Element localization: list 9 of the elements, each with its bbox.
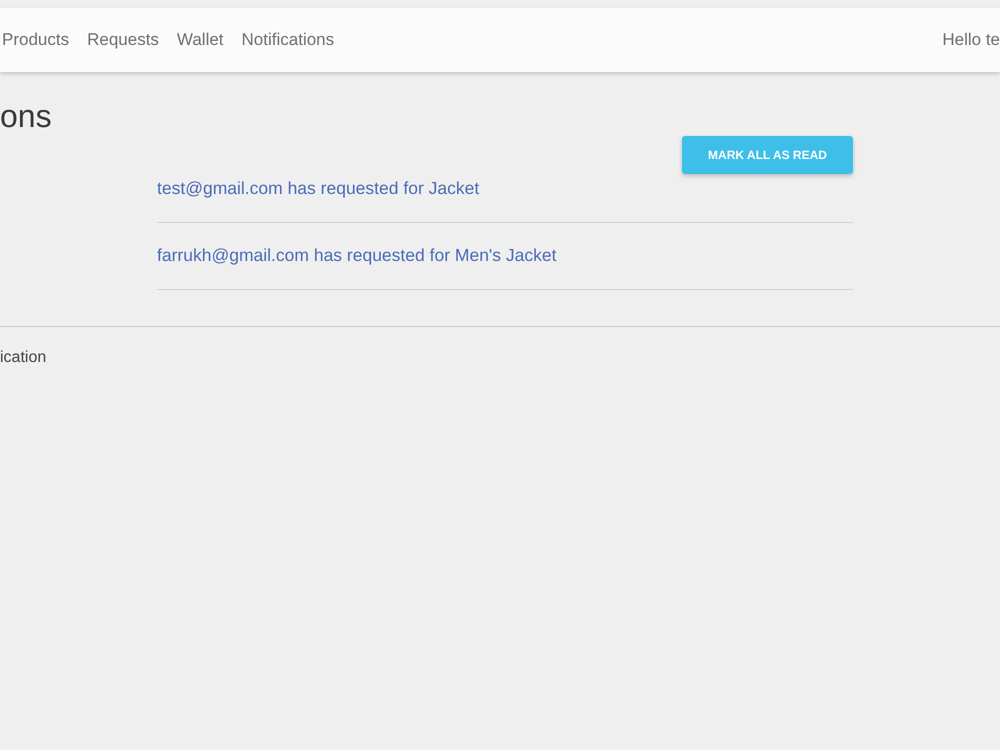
nav-link[interactable]: Notifications	[242, 30, 334, 50]
notification-link[interactable]: test@gmail.com has requested for Jacket	[157, 178, 480, 198]
nav-link[interactable]: Requests	[87, 30, 159, 50]
nav-link[interactable]: Products	[2, 30, 70, 50]
page-title: ons	[0, 97, 52, 136]
notification-link[interactable]: farrukh@gmail.com has requested for Men's Jacket	[157, 245, 556, 265]
greeting-text: Hello te	[942, 30, 1000, 50]
section-text: ication	[0, 348, 46, 368]
nav-link[interactable]: Wallet	[176, 30, 224, 50]
